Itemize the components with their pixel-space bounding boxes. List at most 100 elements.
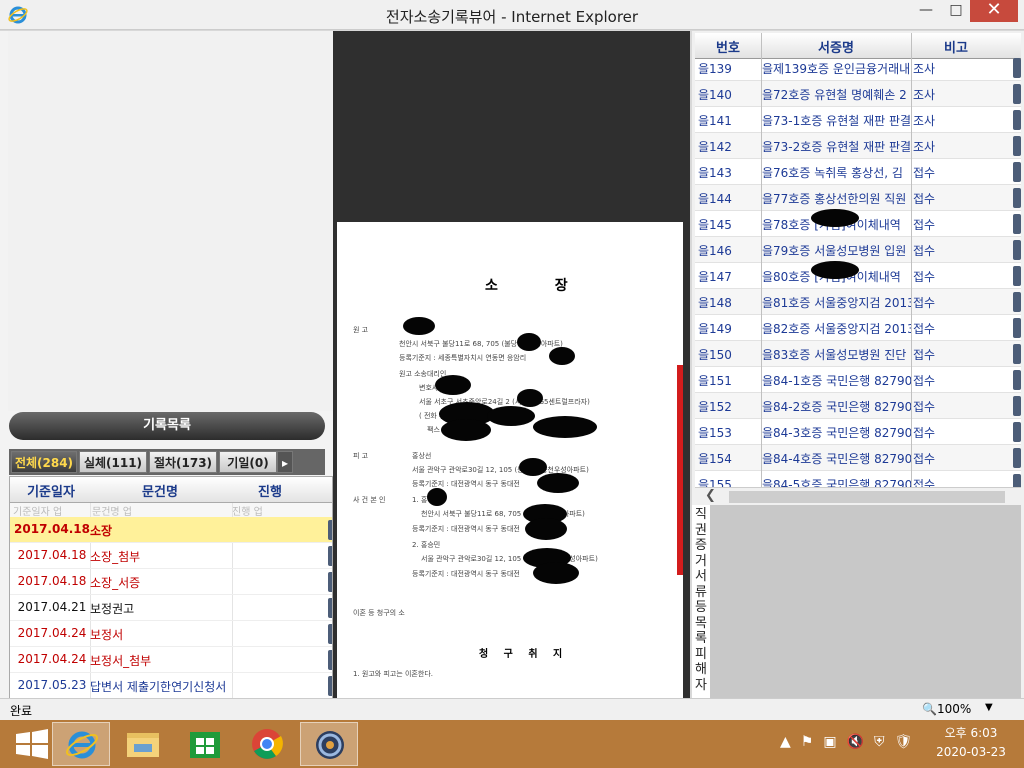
tab-substantive[interactable]: 실체(111) [79,451,147,473]
tray-icon[interactable]: ⚑ [801,734,814,750]
row-action-button[interactable] [1013,370,1021,390]
clock[interactable]: 오후 6:03 2020-03-23 [926,724,1016,762]
principal-line: 등록기준지 : 대전광역시 동구 동대전 [412,525,520,533]
taskbar-internet-explorer[interactable] [52,722,110,766]
table-row[interactable]: 을143 을76호증 녹취록 홍상선, 김 접수 [695,159,1021,185]
table-row[interactable]: 2017.04.18 소장_서증 [10,569,332,595]
table-row[interactable]: 2017.04.21 보정권고 [10,595,332,621]
tab-procedure[interactable]: 절차(173) [149,451,217,473]
column-divider [911,33,912,505]
redaction-mark [519,458,547,476]
row-number: 을146 [698,244,732,258]
tray-icon[interactable]: 🛡 [895,734,913,750]
column-header-progress[interactable]: 진행 [232,481,308,500]
row-note: 접수 [913,270,936,284]
tray-icon[interactable]: ▲ [780,734,791,750]
zoom-dropdown-icon[interactable]: ▼ [985,702,993,713]
defendant-line: 홍상선 [412,452,432,460]
principal-line: 서울 관악구 관악로30길 12, 105 (봉천동, 봉천우성아파트) [421,555,598,563]
left-pane: 기록목록 전체(284) 실체(111) 절차(173) 기일(0) ▸ 기준일… [0,31,333,729]
row-note: 접수 [913,348,936,362]
column-header-date[interactable]: 기준일자 [12,481,90,500]
tray-icon[interactable]: ⛨ [874,734,885,750]
row-date: 2017.05.23 [17,678,87,692]
row-action-button[interactable] [1013,422,1021,442]
row-action-button[interactable] [1013,110,1021,130]
table-row[interactable]: 을154 을84-4호증 국민은행 827902 접수 [695,445,1021,471]
row-action-button[interactable] [1013,396,1021,416]
zoom-level[interactable]: 🔍100% [922,702,971,716]
row-evidence-name: 을84-2호증 국민은행 827902 [762,400,912,414]
row-action-button[interactable] [1013,266,1021,286]
table-row[interactable]: 을153 을84-3호증 국민은행 827902 접수 [695,419,1021,445]
row-action-button[interactable] [1013,188,1021,208]
folder-icon [127,733,159,757]
tab-all[interactable]: 전체(284) [11,451,77,473]
row-evidence-name: 을72호증 유현철 명예훼손 2 [762,88,907,102]
table-row[interactable]: 2017.04.18 소장_첨부 [10,543,332,569]
table-row[interactable]: 2017.04.24 보정서_첨부 [10,647,332,673]
column-header-evidence[interactable]: 서증명 [761,37,911,56]
row-action-button[interactable] [1013,292,1021,312]
tray-icon[interactable]: ▣ [823,734,836,750]
row-number: 을152 [698,400,732,414]
filter-tabs: 전체(284) 실체(111) 절차(173) 기일(0) ▸ [9,449,325,475]
row-action-button[interactable] [1013,214,1021,234]
row-action-button[interactable] [1013,58,1021,78]
taskbar-store[interactable] [176,722,234,766]
tray-icon[interactable]: 🔇 [847,734,864,750]
table-row[interactable]: 을146 을79호증 서울성모병원 입원 접수 [695,237,1021,263]
row-action-button[interactable] [1013,448,1021,468]
scroll-left-arrow-icon[interactable]: ❮ [705,488,716,503]
table-row[interactable]: 2017.04.18 소장 [10,517,332,543]
taskbar-file-explorer[interactable] [114,722,172,766]
scrollbar-thumb[interactable] [729,491,1005,503]
redaction-mark [517,389,543,407]
table-row[interactable]: 을151 을84-1호증 국민은행 827902 접수 [695,367,1021,393]
horizontal-scrollbar[interactable]: ❮ [695,487,1021,505]
row-action-button[interactable] [1013,136,1021,156]
table-row[interactable]: 을149 을82호증 서울중앙지검 2013 접수 [695,315,1021,341]
minimize-button[interactable]: — [912,0,940,22]
column-divider [761,33,762,505]
row-date: 2017.04.18 [17,548,87,562]
table-row[interactable]: 을148 을81호증 서울중앙지검 2013 접수 [695,289,1021,315]
row-action-button[interactable] [1013,240,1021,260]
redaction-mark [517,333,541,351]
row-action-button[interactable] [1013,84,1021,104]
document-title: 소 장 [485,278,594,294]
row-note: 접수 [913,400,936,414]
row-action-button[interactable] [1013,344,1021,364]
row-note: 접수 [913,322,936,336]
table-row[interactable]: 을142 을73-2호증 유현철 재판 판결 조사 [695,133,1021,159]
table-row[interactable]: 을150 을83호증 서울성모병원 진단 접수 [695,341,1021,367]
row-document-name: 보정권고 [90,602,135,616]
record-list-button[interactable]: 기록목록 [9,412,325,440]
row-action-button[interactable] [1013,162,1021,182]
row-number: 을144 [698,192,732,206]
tab-more-arrow-icon[interactable]: ▸ [277,451,293,473]
row-number: 을141 [698,114,732,128]
maximize-button[interactable]: □ [942,0,970,22]
column-header-name[interactable]: 문건명 [90,481,230,500]
table-row[interactable]: 2017.05.23 답변서 제출기한연기신청서 [10,673,332,699]
row-document-name: 소장 [90,524,113,538]
close-button[interactable]: ✕ [970,0,1018,22]
redaction-mark [811,261,859,279]
table-row[interactable]: 을144 을77호증 홍상선한의원 직원 접수 [695,185,1021,211]
row-number: 을151 [698,374,732,388]
column-header-note[interactable]: 비고 [911,37,1001,56]
table-row[interactable]: 을152 을84-2호증 국민은행 827902 접수 [695,393,1021,419]
table-row[interactable]: 을140 을72호증 유현철 명예훼손 2 조사 [695,81,1021,107]
plaintiff-label: 원 고 [353,326,369,334]
taskbar-record-viewer[interactable] [300,722,358,766]
table-row[interactable]: 을141 을73-1호증 유현철 재판 판결 조사 [695,107,1021,133]
taskbar-chrome[interactable] [238,722,296,766]
row-action-button[interactable] [1013,318,1021,338]
column-header-number[interactable]: 번호 [695,37,761,56]
table-row[interactable]: 2017.04.24 보정서 [10,621,332,647]
table-row[interactable]: 을139 을제139호증 운인금융거래내 조사 [695,55,1021,81]
principal-label: 사 건 본 인 [353,496,386,504]
row-evidence-name: 을제139호증 운인금융거래내 [762,62,911,76]
tab-hearing[interactable]: 기일(0) [219,451,277,473]
